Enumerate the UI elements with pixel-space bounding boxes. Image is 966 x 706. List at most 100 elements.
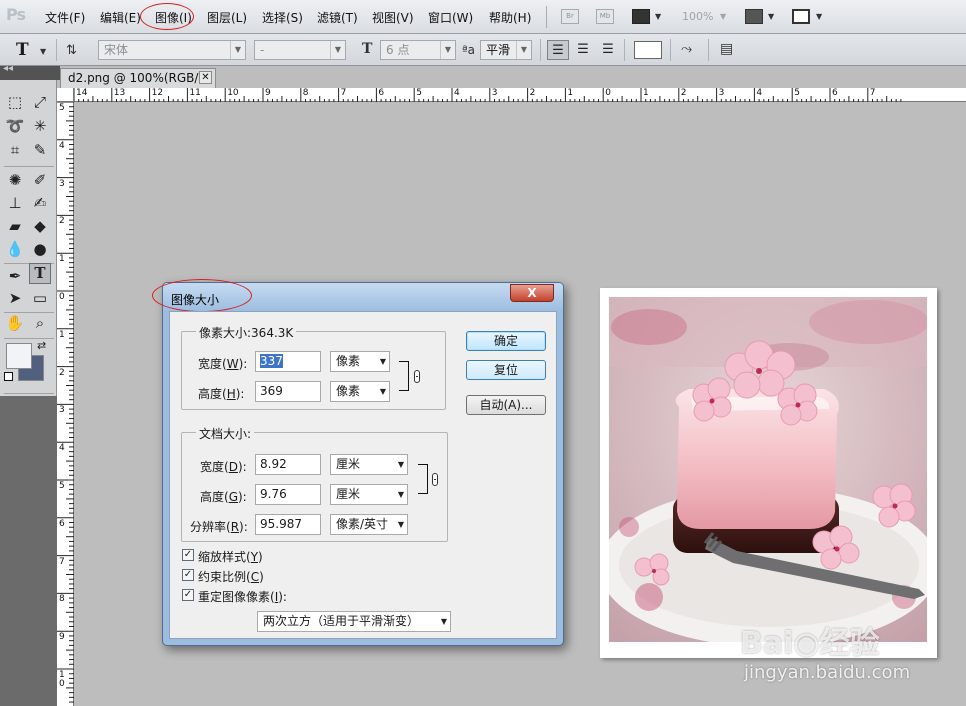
clone-stamp-tool-icon[interactable]: ⊥: [4, 193, 26, 214]
swap-colors-icon[interactable]: ⇄: [37, 339, 46, 352]
zoom-level[interactable]: 100%: [682, 10, 713, 23]
scale-styles-checkbox[interactable]: ✓: [182, 549, 194, 561]
default-colors-icon[interactable]: [4, 372, 13, 381]
pixel-height-input[interactable]: 369: [255, 381, 321, 402]
close-icon[interactable]: ✕: [199, 71, 212, 84]
menu-filter[interactable]: 滤镜(T): [317, 9, 358, 26]
chevron-down-icon[interactable]: ▼: [230, 41, 245, 59]
chevron-down-icon[interactable]: ▼: [40, 47, 46, 56]
doc-width-unit-select[interactable]: 厘米 ▼: [330, 454, 408, 475]
panel-grip[interactable]: ◂◂: [0, 63, 60, 80]
align-left-button[interactable]: ☰: [547, 40, 569, 60]
move-tool-icon[interactable]: ⤢: [29, 92, 51, 113]
warp-text-icon[interactable]: ⤳: [681, 41, 692, 57]
pixel-height-unit-select[interactable]: 像素 ▼: [330, 381, 390, 402]
bridge-icon[interactable]: Br: [561, 9, 579, 24]
doc-height-unit-select[interactable]: 厘米 ▼: [330, 484, 408, 505]
separator: [546, 6, 547, 28]
blur-tool-icon[interactable]: 💧: [4, 239, 26, 260]
baidu-watermark-logo: Bai◉经验: [740, 626, 880, 661]
eyedropper-tool-icon[interactable]: ✎: [29, 140, 51, 161]
antialias-select[interactable]: 平滑 ▼: [480, 40, 532, 60]
document-tab[interactable]: d2.png @ 100%(RGB/8) ✕: [60, 68, 216, 88]
dialog-titlebar[interactable]: 图像大小 X: [152, 279, 563, 312]
path-selection-tool-icon[interactable]: ➤: [4, 288, 26, 309]
chevron-down-icon[interactable]: ▼: [398, 455, 404, 474]
chevron-down-icon[interactable]: ▼: [398, 485, 404, 504]
mini-bridge-icon[interactable]: Mb: [596, 9, 614, 24]
crop-tool-icon[interactable]: ⌗: [4, 140, 26, 161]
chevron-down-icon[interactable]: ▼: [440, 41, 455, 59]
menu-help[interactable]: 帮助(H): [489, 9, 531, 26]
vertical-ruler[interactable]: 5 4 3 2 1 0 1 2 3 4 5 6 7 8 9 10: [57, 102, 74, 706]
magic-wand-tool-icon[interactable]: ✳: [29, 116, 51, 137]
font-size-select[interactable]: 6 点 ▼: [380, 40, 456, 60]
history-brush-tool-icon[interactable]: ✍: [29, 193, 51, 214]
chevron-down-icon[interactable]: ▼: [398, 515, 404, 534]
reset-button[interactable]: 复位: [466, 360, 546, 380]
foreground-color-swatch-front[interactable]: [6, 343, 32, 369]
doc-height-input[interactable]: 9.76: [255, 484, 321, 505]
ruler-label: 5: [59, 103, 65, 113]
ok-button[interactable]: 确定: [466, 331, 546, 351]
label-suffix: ):: [237, 460, 247, 474]
chevron-down-icon[interactable]: ▼: [380, 352, 386, 371]
menu-layer[interactable]: 图层(L): [207, 9, 247, 26]
dodge-tool-icon[interactable]: ●: [29, 239, 51, 260]
horizontal-ruler[interactable]: 14 13 12 11 10 9 8 7 6 5 4 3 2 1 0 1 2 3 4 5 6 7: [57, 88, 966, 102]
lasso-tool-icon[interactable]: ➰: [4, 116, 26, 137]
ruler-label: 7: [869, 88, 876, 98]
ruler-ticks: [57, 102, 74, 703]
character-panel-icon[interactable]: ▤: [720, 41, 733, 57]
screen-mode-icon[interactable]: [792, 9, 810, 24]
pixel-width-unit-select[interactable]: 像素 ▼: [330, 351, 390, 372]
align-right-button[interactable]: ☰: [597, 40, 619, 60]
type-tool-icon[interactable]: T: [29, 263, 51, 284]
menu-select[interactable]: 选择(S): [262, 9, 303, 26]
text-color-swatch[interactable]: [634, 41, 662, 59]
chevron-down-icon[interactable]: ▼: [380, 382, 386, 401]
zoom-tool-icon[interactable]: ⌕: [29, 313, 51, 334]
eraser-tool-icon[interactable]: ▰: [4, 216, 26, 237]
close-button[interactable]: X: [510, 284, 554, 302]
resample-method-select[interactable]: 两次立方（适用于平滑渐变） ▼: [257, 611, 451, 632]
collapse-icon[interactable]: ◂◂: [3, 63, 13, 74]
chevron-down-icon[interactable]: ▼: [441, 612, 447, 631]
resample-image-checkbox[interactable]: ✓: [182, 589, 194, 601]
doc-width-input[interactable]: 8.92: [255, 454, 321, 475]
paint-bucket-tool-icon[interactable]: ◆: [29, 216, 51, 237]
ruler-origin[interactable]: [57, 88, 74, 102]
type-tool-icon[interactable]: T: [16, 40, 29, 60]
ruler-label: 2: [680, 88, 687, 98]
view-extras-icon[interactable]: [632, 9, 650, 24]
chevron-down-icon[interactable]: ▼: [655, 12, 661, 21]
rectangle-tool-icon[interactable]: ▭: [29, 288, 51, 309]
auto-button[interactable]: 自动(A)...: [466, 395, 546, 415]
text-orientation-icon[interactable]: ⇅: [66, 43, 77, 58]
font-style-select[interactable]: - ▼: [254, 40, 346, 60]
menu-view[interactable]: 视图(V): [372, 9, 414, 26]
constrain-proportions-checkbox[interactable]: ✓: [182, 569, 194, 581]
resolution-unit-select[interactable]: 像素/英寸 ▼: [330, 514, 408, 535]
close-paren: ): [258, 550, 263, 564]
font-family-select[interactable]: 宋体 ▼: [98, 40, 246, 60]
marquee-tool-icon[interactable]: ⬚: [4, 92, 26, 113]
hand-tool-icon[interactable]: ✋: [4, 313, 26, 334]
menu-window[interactable]: 窗口(W): [428, 9, 473, 26]
brush-tool-icon[interactable]: ✐: [29, 170, 51, 191]
chevron-down-icon[interactable]: ▼: [516, 41, 531, 59]
align-center-button[interactable]: ☰: [572, 40, 594, 60]
chevron-down-icon[interactable]: ▼: [768, 12, 774, 21]
ruler-label: 1: [59, 254, 65, 265]
arrange-documents-icon[interactable]: [745, 9, 763, 24]
pixel-width-input[interactable]: 337: [255, 351, 321, 372]
chevron-down-icon[interactable]: ▼: [816, 12, 822, 21]
chevron-down-icon[interactable]: ▼: [330, 41, 345, 59]
document-image[interactable]: [600, 288, 937, 658]
chevron-down-icon[interactable]: ▼: [720, 12, 726, 21]
menu-file[interactable]: 文件(F): [45, 9, 85, 26]
pen-tool-icon[interactable]: ✒: [4, 266, 26, 287]
menu-edit[interactable]: 编辑(E): [100, 9, 141, 26]
healing-brush-tool-icon[interactable]: ✺: [4, 170, 26, 191]
resolution-input[interactable]: 95.987: [255, 514, 321, 535]
